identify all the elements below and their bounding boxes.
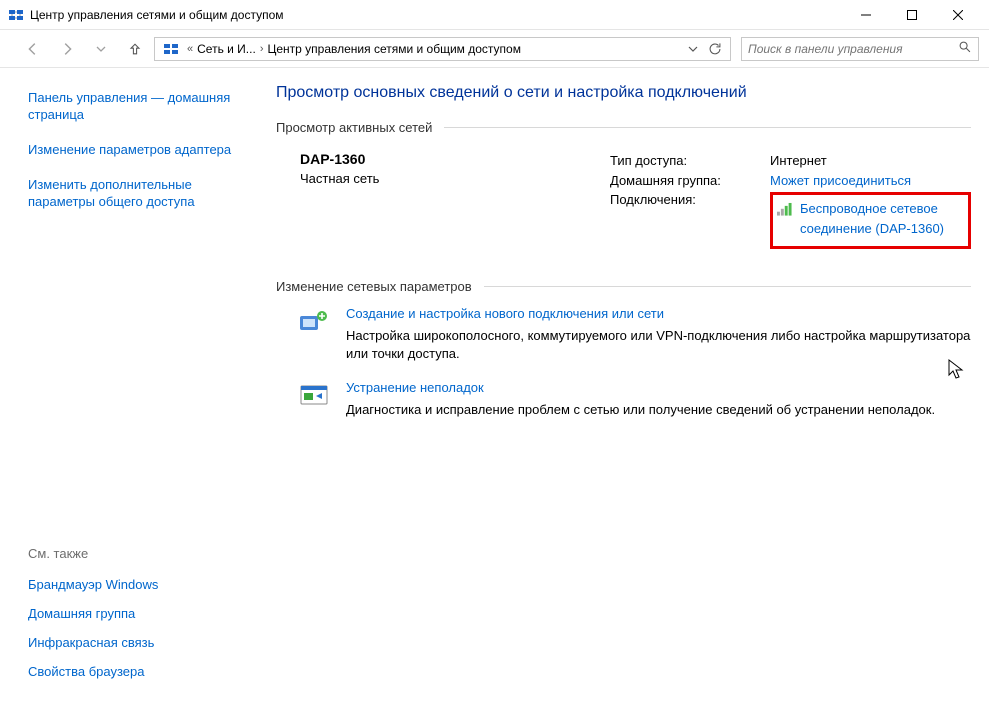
recent-dropdown[interactable] — [86, 35, 116, 63]
search-icon[interactable] — [958, 40, 972, 57]
access-type-label: Тип доступа: — [610, 151, 770, 171]
sidebar-infrared-link[interactable]: Инфракрасная связь — [28, 635, 246, 650]
address-dropdown[interactable] — [682, 38, 704, 60]
wireless-connection-link[interactable]: Беспроводное сетевое соединение (DAP-136… — [800, 199, 960, 238]
troubleshoot-icon — [298, 380, 330, 412]
active-networks-header: Просмотр активных сетей — [276, 120, 432, 135]
network-center-icon — [163, 41, 179, 57]
divider — [484, 286, 971, 287]
access-type-value: Интернет — [770, 151, 827, 171]
page-title: Просмотр основных сведений о сети и наст… — [276, 84, 971, 102]
sidebar-home-link[interactable]: Панель управления — домашняя страница — [28, 90, 246, 124]
network-name: DAP-1360 — [300, 151, 610, 167]
forward-button[interactable] — [52, 35, 82, 63]
network-type: Частная сеть — [300, 171, 610, 186]
sidebar-browser-props-link[interactable]: Свойства браузера — [28, 664, 246, 679]
close-button[interactable] — [935, 0, 981, 30]
address-bar[interactable]: « Сеть и И... › Центр управления сетями … — [154, 37, 731, 61]
new-connection-desc: Настройка широкополосного, коммутируемог… — [346, 327, 971, 362]
troubleshoot-desc: Диагностика и исправление проблем с сеть… — [346, 401, 935, 419]
refresh-button[interactable] — [704, 38, 726, 60]
highlighted-connection: Беспроводное сетевое соединение (DAP-136… — [770, 192, 971, 249]
see-also-label: См. также — [28, 546, 246, 561]
cursor-icon — [947, 358, 965, 383]
homegroup-label: Домашняя группа: — [610, 171, 770, 191]
sidebar-firewall-link[interactable]: Брандмауэр Windows — [28, 577, 246, 592]
homegroup-link[interactable]: Может присоединиться — [770, 171, 911, 191]
window-title: Центр управления сетями и общим доступом — [30, 8, 843, 22]
sidebar-adapter-settings-link[interactable]: Изменение параметров адаптера — [28, 142, 246, 159]
new-connection-link[interactable]: Создание и настройка нового подключения … — [346, 306, 971, 321]
content: Просмотр основных сведений о сети и наст… — [258, 68, 989, 711]
wifi-signal-icon — [777, 202, 794, 216]
maximize-button[interactable] — [889, 0, 935, 30]
new-connection-icon — [298, 306, 330, 338]
chevron-left-icon[interactable]: « — [183, 43, 197, 55]
minimize-button[interactable] — [843, 0, 889, 30]
chevron-right-icon[interactable]: › — [256, 43, 268, 55]
network-settings-header: Изменение сетевых параметров — [276, 279, 472, 294]
breadcrumb-current[interactable]: Центр управления сетями и общим доступом — [267, 42, 521, 56]
up-button[interactable] — [120, 35, 150, 63]
navbar: « Сеть и И... › Центр управления сетями … — [0, 30, 989, 68]
breadcrumb-network[interactable]: Сеть и И... — [197, 42, 256, 56]
network-center-icon — [8, 7, 24, 23]
search-box[interactable] — [741, 37, 979, 61]
back-button[interactable] — [18, 35, 48, 63]
titlebar: Центр управления сетями и общим доступом — [0, 0, 989, 30]
search-input[interactable] — [748, 42, 958, 56]
sidebar: Панель управления — домашняя страница Из… — [0, 68, 258, 711]
troubleshoot-link[interactable]: Устранение неполадок — [346, 380, 935, 395]
sidebar-advanced-sharing-link[interactable]: Изменить дополнительные параметры общего… — [28, 177, 246, 211]
connections-label: Подключения: — [610, 190, 770, 210]
divider — [444, 127, 971, 128]
sidebar-homegroup-link[interactable]: Домашняя группа — [28, 606, 246, 621]
